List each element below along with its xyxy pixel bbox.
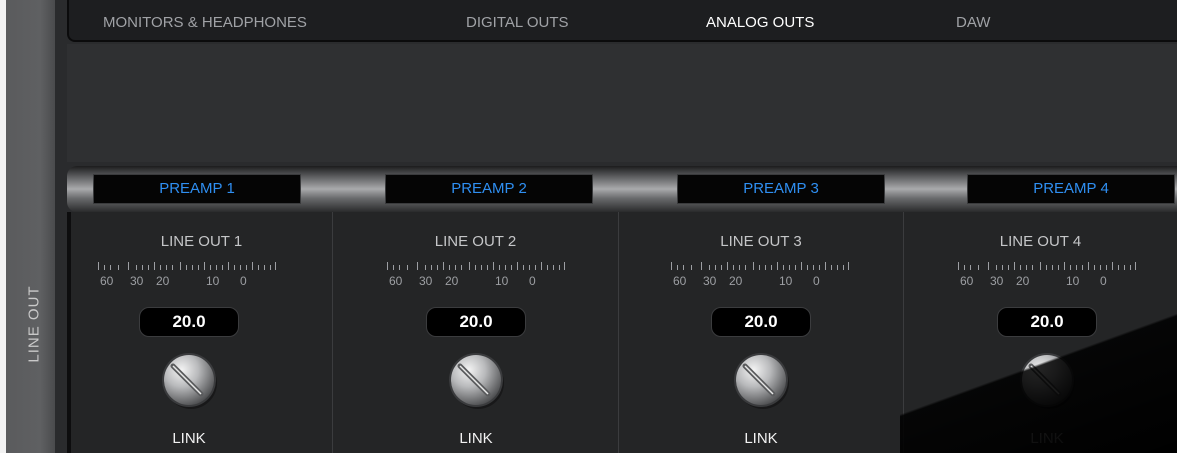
tab-daw[interactable]: DAW [956,14,990,31]
knob-icon [1020,353,1075,409]
level-meter-scale: 60 30 20 10 0 [98,258,276,290]
level-value-field[interactable]: 20.0 [997,307,1097,337]
meter-scale-label: 30 [990,274,1004,288]
preamp-3-button[interactable]: PREAMP 3 [677,174,885,204]
meter-svg: 60 30 20 10 0 [98,262,276,288]
tab-bar: MONITORS & HEADPHONES DIGITAL OUTS ANALO… [67,0,1177,42]
meter-scale-label: 10 [206,274,220,288]
knob-icon [449,353,504,409]
level-meter-scale: 60 30 20 10 0 [387,258,565,290]
channel-title: LINE OUT 4 [999,233,1082,250]
meter-scale-label: 60 [100,274,114,288]
channel-title: LINE OUT 1 [160,233,243,250]
side-strip: LINE OUT [0,0,55,453]
meter-scale-label: 0 [529,274,536,288]
meter-scale-label: 60 [960,274,974,288]
level-meter-scale: 60 30 20 10 0 [958,258,1136,290]
knob-icon [734,353,789,409]
channel-title: LINE OUT 3 [720,233,802,250]
channel-strip-1: LINE OUT 1 60 30 20 10 0 20.0 LINK [71,212,332,453]
level-knob[interactable] [446,350,506,410]
meter-scale-label: 10 [1066,274,1080,288]
link-button[interactable]: LINK [711,430,811,447]
level-knob[interactable] [159,350,219,410]
link-button[interactable]: LINK [426,430,526,447]
meter-scale-label: 20 [1016,274,1030,288]
level-meter-scale: 60 30 20 10 0 [671,258,849,290]
meter-scale-label: 20 [729,274,743,288]
level-knob[interactable] [731,350,791,410]
meter-svg: 60 30 20 10 0 [387,262,565,288]
tab-monitors-headphones[interactable]: MONITORS & HEADPHONES [103,14,307,31]
tab-analog-outs[interactable]: ANALOG OUTS [706,14,814,31]
level-value-field[interactable]: 20.0 [711,307,811,337]
channel-title: LINE OUT 2 [434,233,517,250]
preamp-1-button[interactable]: PREAMP 1 [93,174,301,204]
meter-scale-label: 30 [130,274,144,288]
meter-scale-label: 60 [673,274,687,288]
meter-scale-label: 30 [419,274,433,288]
meter-scale-label: 0 [813,274,820,288]
empty-upper-area [67,44,1177,162]
meter-scale-label: 20 [156,274,170,288]
link-button[interactable]: LINK [997,430,1097,447]
channel-strip-3: LINE OUT 3 60 30 20 10 0 20.0 LINK [618,212,903,453]
meter-scale-label: 60 [389,274,403,288]
meter-svg: 60 30 20 10 0 [958,262,1136,288]
level-value-field[interactable]: 20.0 [139,307,239,337]
meter-scale-label: 0 [1100,274,1107,288]
tab-digital-outs[interactable]: DIGITAL OUTS [466,14,569,31]
meter-svg: 60 30 20 10 0 [671,262,849,288]
preamp-2-button[interactable]: PREAMP 2 [385,174,593,204]
level-knob[interactable] [1017,350,1077,410]
meter-scale-label: 10 [779,274,793,288]
meter-scale-label: 20 [445,274,459,288]
preamp-4-button[interactable]: PREAMP 4 [967,174,1175,204]
channel-strip-4: LINE OUT 4 60 30 20 10 0 20.0 LINK [903,212,1177,453]
link-button[interactable]: LINK [139,430,239,447]
channel-strip-2: LINE OUT 2 60 30 20 10 0 20.0 LINK [332,212,618,453]
side-label: LINE OUT [25,285,43,363]
meter-scale-label: 0 [240,274,247,288]
level-value-field[interactable]: 20.0 [426,307,526,337]
knob-icon [162,353,217,409]
meter-scale-label: 30 [703,274,717,288]
meter-scale-label: 10 [495,274,509,288]
app-window: LINE OUT MONITORS & HEADPHONES DIGITAL O… [0,0,1177,453]
